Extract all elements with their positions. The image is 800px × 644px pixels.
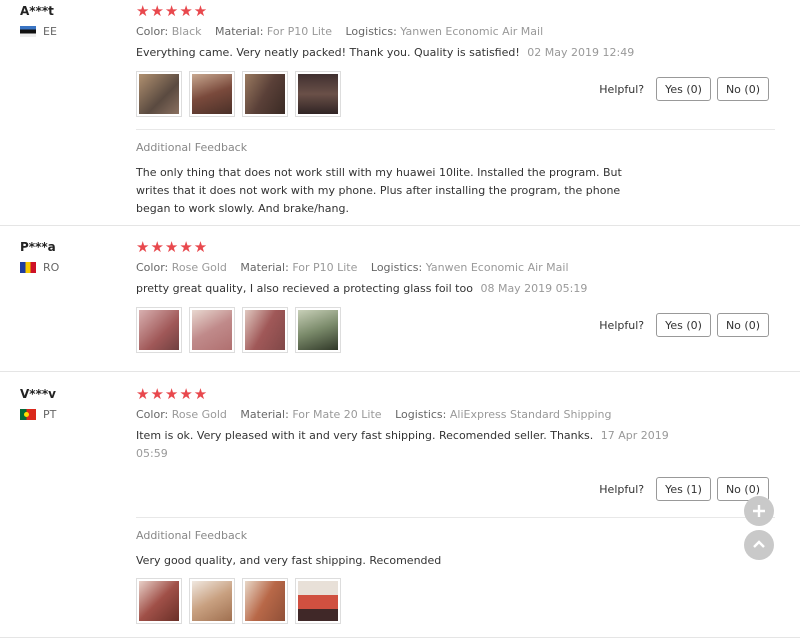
material-value: For P10 Lite [266, 25, 332, 38]
helpful-votes: Helpful? Yes (0) No (0) [599, 77, 769, 101]
flag-pt-icon [20, 409, 36, 420]
no-vote-button[interactable]: No (0) [716, 77, 769, 101]
reviewer-info: V***v PT [20, 387, 56, 421]
review-photo[interactable] [295, 307, 341, 353]
reviewer-info: P***a RO [20, 240, 59, 274]
additional-feedback: Additional Feedback Very good quality, a… [136, 529, 636, 570]
no-vote-button[interactable]: No (0) [716, 313, 769, 337]
color-value: Black [171, 25, 202, 38]
flag-ee-icon [20, 26, 36, 37]
country-code: PT [43, 408, 57, 421]
color-label: Color: [136, 25, 169, 38]
divider [136, 517, 775, 518]
logistics-label: Logistics: [370, 261, 423, 274]
review-body: pretty great quality, I also recieved a … [136, 282, 473, 295]
material-label: Material: [215, 25, 264, 38]
reviewer-country: EE [20, 25, 57, 38]
review-photo[interactable] [242, 71, 288, 117]
helpful-label: Helpful? [599, 482, 645, 496]
review-photo[interactable] [189, 71, 235, 117]
helpful-votes: Helpful? Yes (0) No (0) [599, 313, 769, 337]
country-code: EE [43, 25, 57, 38]
review-date: 02 May 2019 12:49 [527, 46, 635, 59]
flag-ro-icon [20, 262, 36, 273]
reviewer-name: P***a [20, 240, 56, 254]
review-photo[interactable] [189, 578, 235, 624]
color-label: Color: [136, 261, 169, 274]
yes-vote-button[interactable]: Yes (0) [656, 313, 711, 337]
logistics-value: Yanwen Economic Air Mail [425, 261, 569, 274]
color-label: Color: [136, 408, 169, 421]
country-code: RO [43, 261, 60, 274]
review-photos [136, 578, 348, 624]
helpful-label: Helpful? [599, 318, 645, 332]
reviewer-name: A***t [20, 4, 54, 18]
review-photo[interactable] [136, 307, 182, 353]
review-photo[interactable] [189, 307, 235, 353]
review-photo[interactable] [242, 307, 288, 353]
review-separator [0, 225, 800, 226]
reviewer-country: RO [20, 261, 59, 274]
chevron-up-icon[interactable] [744, 530, 774, 560]
order-attributes: Color: Rose Gold Material: For Mate 20 L… [136, 408, 775, 421]
color-value: Rose Gold [171, 408, 227, 421]
reviewer-country: PT [20, 408, 56, 421]
material-value: For Mate 20 Lite [292, 408, 382, 421]
review-photo[interactable] [295, 578, 341, 624]
additional-feedback-title: Additional Feedback [136, 141, 248, 154]
review-photos [136, 307, 348, 353]
material-value: For P10 Lite [292, 261, 358, 274]
reviewer-info: A***t EE [20, 4, 57, 38]
rating-stars: ★★★★★ [136, 238, 209, 256]
review-photo[interactable] [295, 71, 341, 117]
review-photos [136, 71, 348, 117]
review-text: pretty great quality, I also recieved a … [136, 280, 775, 298]
divider [136, 129, 775, 130]
review-body: Item is ok. Very pleased with it and ver… [136, 429, 594, 442]
review-photo[interactable] [136, 71, 182, 117]
material-label: Material: [240, 261, 289, 274]
logistics-label: Logistics: [395, 408, 447, 421]
plus-icon[interactable] [744, 496, 774, 526]
additional-feedback-text: The only thing that does not work still … [136, 166, 622, 215]
review-separator [0, 637, 800, 638]
logistics-label: Logistics: [345, 25, 397, 38]
additional-feedback: Additional Feedback The only thing that … [136, 141, 636, 218]
rating-stars: ★★★★★ [136, 385, 209, 403]
review-text: Item is ok. Very pleased with it and ver… [136, 427, 676, 463]
color-value: Rose Gold [171, 261, 227, 274]
reviewer-name: V***v [20, 387, 56, 401]
order-attributes: Color: Black Material: For P10 Lite Logi… [136, 25, 775, 38]
review-separator [0, 371, 800, 372]
yes-vote-button[interactable]: Yes (0) [656, 77, 711, 101]
helpful-label: Helpful? [599, 82, 645, 96]
additional-feedback-title: Additional Feedback [136, 529, 248, 542]
material-label: Material: [240, 408, 289, 421]
review-photo[interactable] [242, 578, 288, 624]
review-date: 08 May 2019 05:19 [480, 282, 588, 295]
review-photo[interactable] [136, 578, 182, 624]
order-attributes: Color: Rose Gold Material: For P10 Lite … [136, 261, 775, 274]
logistics-value: Yanwen Economic Air Mail [400, 25, 544, 38]
logistics-value: AliExpress Standard Shipping [449, 408, 612, 421]
helpful-votes: Helpful? Yes (1) No (0) [599, 477, 769, 501]
yes-vote-button[interactable]: Yes (1) [656, 477, 711, 501]
additional-feedback-text: Very good quality, and very fast shippin… [136, 554, 442, 567]
rating-stars: ★★★★★ [136, 2, 209, 20]
review-text: Everything came. Very neatly packed! Tha… [136, 44, 775, 62]
review-body: Everything came. Very neatly packed! Tha… [136, 46, 520, 59]
